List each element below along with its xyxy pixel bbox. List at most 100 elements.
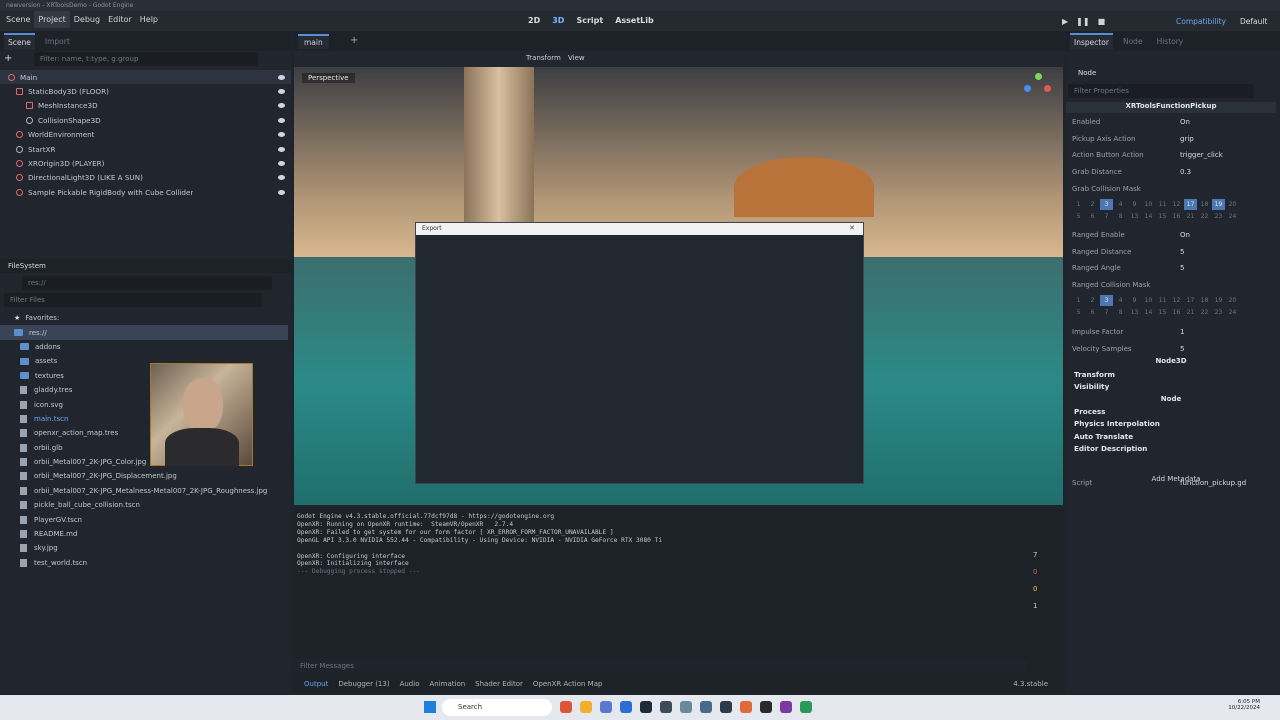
layer-bit[interactable]: 7 bbox=[1100, 211, 1113, 222]
layer-bit[interactable]: 11 bbox=[1156, 199, 1169, 210]
taskbar-app-icon[interactable] bbox=[660, 701, 672, 713]
menu-scene[interactable]: Scene bbox=[2, 11, 34, 28]
section-header[interactable]: Process bbox=[1074, 405, 1274, 418]
property-value[interactable]: 1 bbox=[1180, 328, 1184, 336]
layer-bit[interactable]: 12 bbox=[1170, 295, 1183, 306]
visibility-eye-icon[interactable] bbox=[278, 161, 285, 167]
fs-item[interactable]: orbii_Metal007_2K-JPG_Displacement.jpg bbox=[0, 469, 288, 483]
property-value[interactable]: 5 bbox=[1180, 345, 1184, 353]
layer-bit[interactable]: 7 bbox=[1100, 307, 1113, 318]
layer-bit[interactable]: 24 bbox=[1226, 211, 1239, 222]
2d-workspace-button[interactable]: 2D bbox=[528, 16, 540, 25]
inspected-node[interactable]: Node bbox=[1078, 69, 1096, 77]
taskbar-app-icon[interactable] bbox=[740, 701, 752, 713]
scene-filter-input[interactable]: Filter: name, t:type, g:group bbox=[34, 52, 258, 66]
layer-bit[interactable]: 13 bbox=[1128, 211, 1141, 222]
layer-bit[interactable]: 3 bbox=[1100, 199, 1113, 210]
layer-bit[interactable]: 1 bbox=[1072, 295, 1085, 306]
fs-item[interactable]: pickle_ball_cube_collision.tscn bbox=[0, 498, 288, 512]
taskbar-app-icon[interactable] bbox=[800, 701, 812, 713]
fs-item[interactable]: orbii_Metal007_2K-JPG_Metalness-Metal007… bbox=[0, 484, 288, 498]
visibility-eye-icon[interactable] bbox=[278, 103, 285, 109]
tree-item[interactable]: CollisionShape3D bbox=[0, 113, 291, 127]
layer-bit[interactable]: 5 bbox=[1072, 211, 1085, 222]
menu-debug[interactable]: Debug bbox=[70, 11, 104, 28]
layer-bit[interactable]: 23 bbox=[1212, 211, 1225, 222]
bottom-tab[interactable]: Shader Editor bbox=[475, 680, 523, 688]
stop-icon[interactable]: ■ bbox=[1098, 17, 1106, 26]
menu-help[interactable]: Help bbox=[136, 11, 162, 28]
renderer-select[interactable]: Compatibility bbox=[1176, 17, 1226, 26]
tree-item[interactable]: MeshInstance3D bbox=[0, 99, 291, 113]
fs-filter-input[interactable]: Filter Files bbox=[4, 293, 262, 307]
tree-item[interactable]: WorldEnvironment bbox=[0, 128, 291, 142]
layer-bit[interactable]: 8 bbox=[1114, 307, 1127, 318]
add-metadata-button[interactable]: Add Metadata bbox=[1126, 475, 1226, 483]
layer-bit[interactable]: 1 bbox=[1072, 199, 1085, 210]
message-count[interactable]: 1 bbox=[1033, 602, 1037, 610]
layer-bit[interactable]: 6 bbox=[1086, 307, 1099, 318]
layer-bit[interactable]: 19 bbox=[1212, 199, 1225, 210]
layer-bit[interactable]: 12 bbox=[1170, 199, 1183, 210]
layer-bit[interactable]: 19 bbox=[1212, 295, 1225, 306]
filter-messages-input[interactable]: Filter Messages bbox=[294, 659, 1027, 673]
fs-item[interactable]: res:// bbox=[0, 325, 288, 340]
menu-project[interactable]: Project bbox=[34, 11, 70, 28]
new-tab-icon[interactable]: + bbox=[350, 35, 358, 46]
layer-bit[interactable]: 8 bbox=[1114, 211, 1127, 222]
layer-bit[interactable]: 6 bbox=[1086, 211, 1099, 222]
layer-bit[interactable]: 10 bbox=[1142, 199, 1155, 210]
layer-bit[interactable]: 13 bbox=[1128, 307, 1141, 318]
layer-bit[interactable]: 20 bbox=[1226, 295, 1239, 306]
taskbar-app-icon[interactable] bbox=[580, 701, 592, 713]
taskbar-search[interactable]: Search bbox=[442, 699, 552, 716]
tab-main[interactable]: main bbox=[298, 34, 329, 49]
layer-bit[interactable]: 14 bbox=[1142, 307, 1155, 318]
layer-bit[interactable]: 21 bbox=[1184, 211, 1197, 222]
taskbar-app-icon[interactable] bbox=[560, 701, 572, 713]
property-value[interactable]: grip bbox=[1180, 135, 1194, 143]
tree-item[interactable]: Sample Pickable RigidBody with Cube Coll… bbox=[0, 185, 291, 199]
taskbar-app-icon[interactable] bbox=[720, 701, 732, 713]
tab-import[interactable]: Import bbox=[41, 34, 74, 49]
layout-select[interactable]: Default bbox=[1240, 17, 1267, 26]
tree-item[interactable]: XROrigin3D (PLAYER) bbox=[0, 156, 291, 170]
taskbar-app-icon[interactable] bbox=[700, 701, 712, 713]
tree-item[interactable]: StaticBody3D (FLOOR) bbox=[0, 84, 291, 98]
layer-bit[interactable]: 2 bbox=[1086, 295, 1099, 306]
bottom-tab[interactable]: Audio bbox=[400, 680, 420, 688]
layer-bit[interactable]: 18 bbox=[1198, 295, 1211, 306]
close-icon[interactable]: ✕ bbox=[849, 224, 855, 232]
ranged-collision-mask[interactable]: 1 2 3 4 9 10 11 12 17 18 19 20 5 6 7 8 13 14 15 16 21 22 23 24 bbox=[1072, 295, 1239, 318]
property-value[interactable]: On bbox=[1180, 231, 1190, 239]
fs-item[interactable]: addons bbox=[0, 340, 288, 354]
layer-bit[interactable]: 22 bbox=[1198, 307, 1211, 318]
layer-bit[interactable]: 9 bbox=[1128, 295, 1141, 306]
fs-item[interactable]: PlayerGV.tscn bbox=[0, 512, 288, 526]
taskbar-app-icon[interactable] bbox=[620, 701, 632, 713]
add-node-icon[interactable]: + bbox=[4, 53, 28, 64]
taskbar-app-icon[interactable] bbox=[780, 701, 792, 713]
visibility-eye-icon[interactable] bbox=[278, 132, 285, 138]
taskbar-app-icon[interactable] bbox=[680, 701, 692, 713]
layer-bit[interactable]: 18 bbox=[1198, 199, 1211, 210]
layer-bit[interactable]: 20 bbox=[1226, 199, 1239, 210]
section-header[interactable]: Physics Interpolation bbox=[1074, 418, 1274, 431]
fs-item[interactable]: test_world.tscn bbox=[0, 556, 288, 570]
layer-bit[interactable]: 15 bbox=[1156, 307, 1169, 318]
assetlib-workspace-button[interactable]: AssetLib bbox=[615, 16, 654, 25]
menu-editor[interactable]: Editor bbox=[104, 11, 136, 28]
visibility-eye-icon[interactable] bbox=[278, 175, 285, 181]
3d-workspace-button[interactable]: 3D bbox=[552, 16, 564, 25]
script-workspace-button[interactable]: Script bbox=[576, 16, 603, 25]
layer-bit[interactable]: 16 bbox=[1170, 307, 1183, 318]
section-header[interactable]: Auto Translate bbox=[1074, 430, 1274, 443]
play-icon[interactable]: ▶ bbox=[1062, 17, 1068, 26]
visibility-eye-icon[interactable] bbox=[278, 117, 285, 123]
error-count[interactable]: 0 bbox=[1033, 568, 1037, 576]
taskbar-app-icon[interactable] bbox=[760, 701, 772, 713]
property-value[interactable]: trigger_click bbox=[1180, 151, 1223, 159]
section-header[interactable]: Transform bbox=[1074, 368, 1274, 381]
visibility-eye-icon[interactable] bbox=[278, 189, 285, 195]
filter-properties-input[interactable]: Filter Properties bbox=[1068, 84, 1254, 98]
